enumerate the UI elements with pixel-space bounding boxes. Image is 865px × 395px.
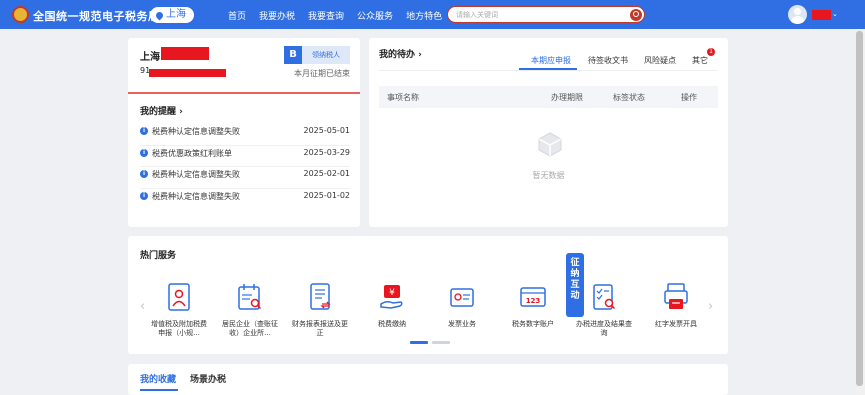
info-icon: i: [140, 191, 148, 200]
tax-emblem-icon: [12, 6, 29, 23]
favorites-card: 我的收藏 场景办税: [128, 364, 728, 395]
service-label: 发票业务: [448, 320, 476, 328]
search-input[interactable]: [456, 9, 626, 20]
service-invoice[interactable]: 发票业务: [432, 282, 492, 329]
company-name: 上海: [140, 52, 160, 63]
info-icon: i: [140, 148, 148, 157]
digital-account-icon: 123: [520, 287, 546, 307]
top-bar: 全国统一规范电子税务局 上海 首页 我要办税 我要查询 公众服务 地方特色 ⌄: [0, 0, 865, 29]
tab-my-favorites[interactable]: 我的收藏: [140, 372, 176, 385]
chevron-down-icon[interactable]: ⌄: [832, 10, 838, 18]
reminders-title[interactable]: 我的提醒 ›: [140, 104, 183, 117]
redacted-company-name: [161, 47, 209, 60]
taxpayer-type-tag: 领纳税人: [302, 46, 350, 64]
svg-text:¥: ¥: [389, 288, 395, 298]
column-header: 事项名称: [387, 93, 419, 102]
carousel-prev-icon[interactable]: ‹: [140, 299, 145, 314]
red-invoice-icon: [664, 283, 688, 309]
active-tab-indicator: [140, 389, 178, 391]
nav-local-features[interactable]: 地方特色: [406, 9, 442, 22]
service-label: 税费缴纳: [378, 320, 406, 328]
period-status: 本月征期已结束: [294, 69, 350, 78]
column-header: 办理期限: [551, 93, 583, 102]
reminder-date: 2025-05-01: [303, 126, 351, 135]
payment-hand-icon: ¥: [380, 285, 403, 309]
invoice-icon: [450, 288, 474, 307]
divider: [379, 70, 718, 71]
list-item[interactable]: i 税费种认定信息调整失败 2025-05-01: [140, 124, 350, 146]
info-icon: i: [140, 170, 148, 178]
report-icon: [310, 283, 331, 310]
reminder-text: 税费优惠政策红利账单: [152, 148, 232, 158]
divider: [128, 92, 360, 94]
service-red-invoice[interactable]: 红字发票开具: [646, 282, 706, 329]
column-header: 操作: [681, 93, 697, 102]
list-item[interactable]: i 税费种认定信息调整失败 2025-01-02: [140, 189, 350, 211]
empty-state-text: 暂无数据: [532, 171, 565, 180]
todo-table-header: 事项名称 办理期限 标签状态 操作: [379, 86, 718, 108]
tab-current-declare[interactable]: 本期应申报: [531, 55, 571, 66]
list-item[interactable]: i 税费种认定信息调整失败 2025-02-01: [140, 167, 350, 189]
list-item[interactable]: i 税费优惠政策红利账单 2025-03-29: [140, 146, 351, 167]
account-card: 上海 91 B 领纳税人 本月征期已结束 我的提醒 › i 税费种认定信息调整失…: [128, 38, 360, 227]
other-count-badge: 1: [707, 48, 715, 56]
nav-query[interactable]: 我要查询: [308, 9, 344, 22]
service-label: 财务报表报送及更正: [292, 320, 348, 337]
search-icon[interactable]: [630, 8, 642, 21]
search-box: [447, 6, 645, 23]
person-doc-icon: [168, 283, 190, 311]
service-label: 税务数字账户: [512, 320, 554, 328]
nav-home[interactable]: 首页: [228, 9, 246, 22]
service-vat-declaration[interactable]: 增值税及附加税费申报（小规...: [149, 282, 209, 338]
hot-services-title: 热门服务: [140, 251, 177, 261]
tab-risk-points[interactable]: 风险疑点: [644, 55, 676, 66]
reminder-text: 税费种认定信息调整失败: [152, 170, 240, 179]
service-label: 办税进度及结果查询: [576, 320, 632, 337]
scrollbar-thumb[interactable]: [856, 31, 863, 386]
interaction-float-button[interactable]: 征纳互动: [566, 253, 584, 317]
progress-check-icon: [593, 284, 616, 310]
column-header: 标签状态: [613, 93, 645, 102]
service-digital-account[interactable]: 123 税务数字账户: [503, 282, 563, 329]
carousel-dot[interactable]: [432, 341, 450, 344]
tab-other[interactable]: 其它: [692, 55, 708, 66]
region-selector[interactable]: 上海: [150, 7, 194, 23]
credit-level-badge: B: [284, 46, 302, 64]
reminder-date: 2025-01-02: [303, 190, 351, 200]
info-icon: i: [140, 127, 148, 135]
avatar[interactable]: [788, 5, 807, 24]
svg-text:123: 123: [526, 297, 541, 305]
service-label: 增值税及附加税费申报（小规...: [151, 320, 207, 337]
tab-scenario-tax[interactable]: 场景办税: [190, 372, 226, 385]
nav-do-tax[interactable]: 我要办税: [259, 9, 295, 22]
service-financial-report[interactable]: 财务报表报送及更正: [290, 282, 350, 338]
main-nav: 首页 我要办税 我要查询 公众服务 地方特色: [228, 9, 442, 22]
reminder-date: 2025-02-01: [303, 169, 351, 178]
site-title[interactable]: 全国统一规范电子税务局: [33, 8, 160, 24]
region-label: 上海: [166, 9, 186, 20]
service-label: 红字发票开具: [655, 320, 697, 328]
reminder-text: 税费种认定信息调整失败: [152, 191, 240, 201]
hot-services-card: 热门服务 ‹ › 增值税及附加税费申报（小规... 居民企业（查账征收）企业所.…: [128, 236, 728, 354]
carousel-dot-active[interactable]: [410, 341, 428, 344]
todo-title[interactable]: 我的待办 ›: [379, 47, 422, 60]
redacted-taxpayer-id: [149, 69, 226, 77]
tab-pending-docs[interactable]: 待签收文书: [588, 55, 628, 66]
calendar-search-icon: [238, 284, 262, 310]
reminder-date: 2025-03-29: [303, 147, 351, 157]
service-corporate-income-tax[interactable]: 居民企业（查账征收）企业所...: [220, 282, 280, 338]
nav-public-service[interactable]: 公众服务: [357, 9, 393, 22]
service-tax-payment[interactable]: ¥ 税费缴纳: [362, 282, 422, 329]
service-label: 居民企业（查账征收）企业所...: [222, 320, 278, 337]
location-pin-icon: [154, 10, 165, 20]
empty-box-icon: [538, 132, 562, 157]
redacted-username[interactable]: [812, 10, 831, 20]
reminder-text: 税费种认定信息调整失败: [152, 127, 240, 136]
todo-card: 我的待办 › 本期应申报 待签收文书 风险疑点 其它 1 事项名称 办理期限 标…: [369, 38, 728, 227]
reminder-list: i 税费种认定信息调整失败 2025-05-01 i 税费优惠政策红利账单 20…: [140, 124, 350, 210]
carousel-next-icon[interactable]: ›: [708, 299, 713, 314]
